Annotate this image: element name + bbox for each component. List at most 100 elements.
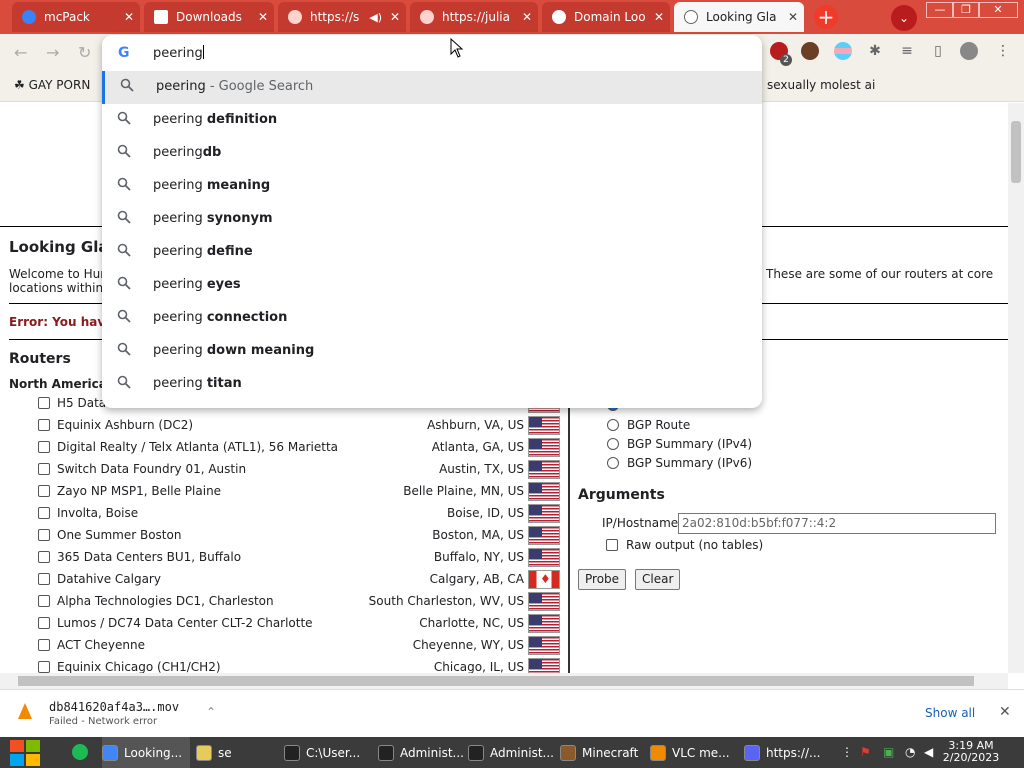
wifi-tray-icon[interactable]: ◔ xyxy=(905,745,915,759)
router-row[interactable]: One Summer Boston Boston, MA, US xyxy=(38,526,564,546)
reload-button[interactable]: ↻ xyxy=(78,43,91,62)
tab-https-julia[interactable]: https://julia ✕ xyxy=(410,2,538,32)
tab-mcpack[interactable]: mcPack ✕ xyxy=(12,2,140,32)
router-row[interactable]: Datahive Calgary Calgary, AB, CA xyxy=(38,570,564,590)
omnibox-suggestion[interactable]: peeringdb xyxy=(102,137,762,170)
omnibox-suggestion[interactable]: peering titan xyxy=(102,368,762,401)
bookmark-gay-porn[interactable]: ☘ GAY PORN xyxy=(14,78,90,92)
windows-start-icon[interactable] xyxy=(10,740,40,766)
tab-looking-glass[interactable]: Looking Gla ✕ xyxy=(674,2,804,32)
download-filename[interactable]: db841620af4a3….mov xyxy=(49,700,179,714)
clear-button[interactable]: Clear xyxy=(635,569,681,590)
tab-downloads[interactable]: Downloads ✕ xyxy=(144,2,274,32)
omnibox-suggestion[interactable]: peering down meaning xyxy=(102,335,762,368)
router-row[interactable]: Lumos / DC74 Data Center CLT-2 Charlotte… xyxy=(38,614,564,634)
omnibox-suggestion[interactable]: peering define xyxy=(102,236,762,269)
sidepanel-icon[interactable]: ▯ xyxy=(929,42,947,60)
omnibox-suggestion[interactable]: peering connection xyxy=(102,302,762,335)
speaker-icon[interactable]: ◀) xyxy=(369,11,382,24)
close-icon[interactable]: ✕ xyxy=(522,10,532,24)
address-input[interactable]: peering xyxy=(153,45,204,61)
radio-button[interactable] xyxy=(607,419,619,431)
suggestion-text: peering eyes xyxy=(153,277,241,292)
router-location: Atlanta, GA, US xyxy=(431,440,524,454)
close-icon[interactable]: ✕ xyxy=(258,10,268,24)
omnibox-suggestion[interactable]: peering - Google Search xyxy=(102,71,762,104)
taskbar-overflow-icon[interactable]: ⋮ xyxy=(841,745,853,759)
router-row[interactable]: Involta, Boise Boise, ID, US xyxy=(38,504,564,524)
volume-tray-icon[interactable]: ◀ xyxy=(924,745,933,759)
chevron-up-icon[interactable]: ⌃ xyxy=(206,705,216,719)
domain-icon xyxy=(552,10,566,24)
scrollbar-thumb[interactable] xyxy=(18,676,974,686)
puzzle-icon[interactable]: ✱ xyxy=(866,42,884,60)
taskbar-app[interactable]: Administ... xyxy=(378,737,464,768)
omnibox-suggestion[interactable]: peering eyes xyxy=(102,269,762,302)
probe-button[interactable]: Probe xyxy=(578,569,627,590)
new-tab-button[interactable]: + xyxy=(814,5,838,29)
restore-button[interactable]: ❐ xyxy=(952,2,980,18)
kebab-menu-icon[interactable]: ⋮ xyxy=(994,42,1012,60)
taskbar-app[interactable]: VLC me... xyxy=(650,737,738,768)
ip-hostname-input[interactable]: 2a02:810d:b5bf:f077::4:2 xyxy=(678,513,996,534)
back-button[interactable]: ← xyxy=(14,43,27,62)
close-icon[interactable]: ✕ xyxy=(788,10,798,24)
router-checkbox[interactable] xyxy=(38,419,50,431)
router-checkbox[interactable] xyxy=(38,661,50,673)
router-checkbox[interactable] xyxy=(38,529,50,541)
router-row[interactable]: Zayo NP MSP1, Belle Plaine Belle Plaine, … xyxy=(38,482,564,502)
network-tray-icon[interactable]: ▣ xyxy=(883,745,894,759)
router-checkbox[interactable] xyxy=(38,573,50,585)
horizontal-scrollbar[interactable] xyxy=(0,673,1008,689)
router-checkbox[interactable] xyxy=(38,639,50,651)
taskbar-app[interactable]: C:\User... xyxy=(284,737,374,768)
spotify-icon[interactable] xyxy=(72,744,88,760)
bookmark-molest-ai[interactable]: sexually molest ai xyxy=(767,78,875,92)
address-bar[interactable]: G peering xyxy=(102,35,762,71)
flag-tray-icon[interactable]: ⚑ xyxy=(860,745,871,759)
router-row[interactable]: Alpha Technologies DC1, Charleston South … xyxy=(38,592,564,612)
forward-button[interactable]: → xyxy=(46,43,59,62)
show-all-link[interactable]: Show all xyxy=(925,706,975,720)
minimize-button[interactable]: — xyxy=(926,2,954,18)
taskbar-app[interactable]: se xyxy=(196,737,280,768)
router-checkbox[interactable] xyxy=(38,551,50,563)
tab-https-s[interactable]: https://s ◀) ✕ xyxy=(278,2,406,32)
router-checkbox[interactable] xyxy=(38,617,50,629)
tab-search-button[interactable]: ⌄ xyxy=(891,5,917,31)
close-icon[interactable]: ✕ xyxy=(999,704,1011,720)
window-close-button[interactable]: ✕ xyxy=(978,2,1018,18)
taskbar-app[interactable]: Looking... xyxy=(102,737,190,768)
router-checkbox[interactable] xyxy=(38,397,50,409)
taskbar-app[interactable]: https://... xyxy=(744,737,830,768)
close-icon[interactable]: ✕ xyxy=(390,10,400,24)
omnibox-suggestion[interactable]: peering synonym xyxy=(102,203,762,236)
omnibox-suggestion[interactable]: peering definition xyxy=(102,104,762,137)
radio-button[interactable] xyxy=(607,438,619,450)
router-checkbox[interactable] xyxy=(38,441,50,453)
router-checkbox[interactable] xyxy=(38,463,50,475)
media-icon[interactable]: ≡ xyxy=(898,42,916,60)
taskbar-clock[interactable]: 3:19 AM 2/20/2023 xyxy=(940,740,1002,764)
taskbar-app[interactable]: Administ... xyxy=(468,737,554,768)
vertical-scrollbar[interactable] xyxy=(1008,103,1024,673)
profile-icon[interactable] xyxy=(960,42,978,60)
router-row[interactable]: ACT Cheyenne Cheyenne, WY, US xyxy=(38,636,564,656)
router-checkbox[interactable] xyxy=(38,485,50,497)
avatar-extension-icon[interactable] xyxy=(801,42,819,60)
router-row[interactable]: Digital Realty / Telx Atlanta (ATL1), 56… xyxy=(38,438,564,458)
router-row[interactable]: Switch Data Foundry 01, Austin Austin, TX… xyxy=(38,460,564,480)
taskbar-app[interactable]: Minecraft xyxy=(560,737,644,768)
router-row[interactable]: 365 Data Centers BU1, Buffalo Buffalo, NY… xyxy=(38,548,564,568)
raw-output-checkbox[interactable] xyxy=(606,539,618,551)
radio-button[interactable] xyxy=(607,457,619,469)
flag-extension-icon[interactable] xyxy=(834,42,852,60)
tab-domain-lookup[interactable]: Domain Loo ✕ xyxy=(542,2,670,32)
close-icon[interactable]: ✕ xyxy=(654,10,664,24)
scrollbar-thumb[interactable] xyxy=(1011,121,1021,183)
omnibox-suggestion[interactable]: peering meaning xyxy=(102,170,762,203)
close-icon[interactable]: ✕ xyxy=(124,10,134,24)
router-checkbox[interactable] xyxy=(38,595,50,607)
router-row[interactable]: Equinix Ashburn (DC2) Ashburn, VA, US xyxy=(38,416,564,436)
router-checkbox[interactable] xyxy=(38,507,50,519)
